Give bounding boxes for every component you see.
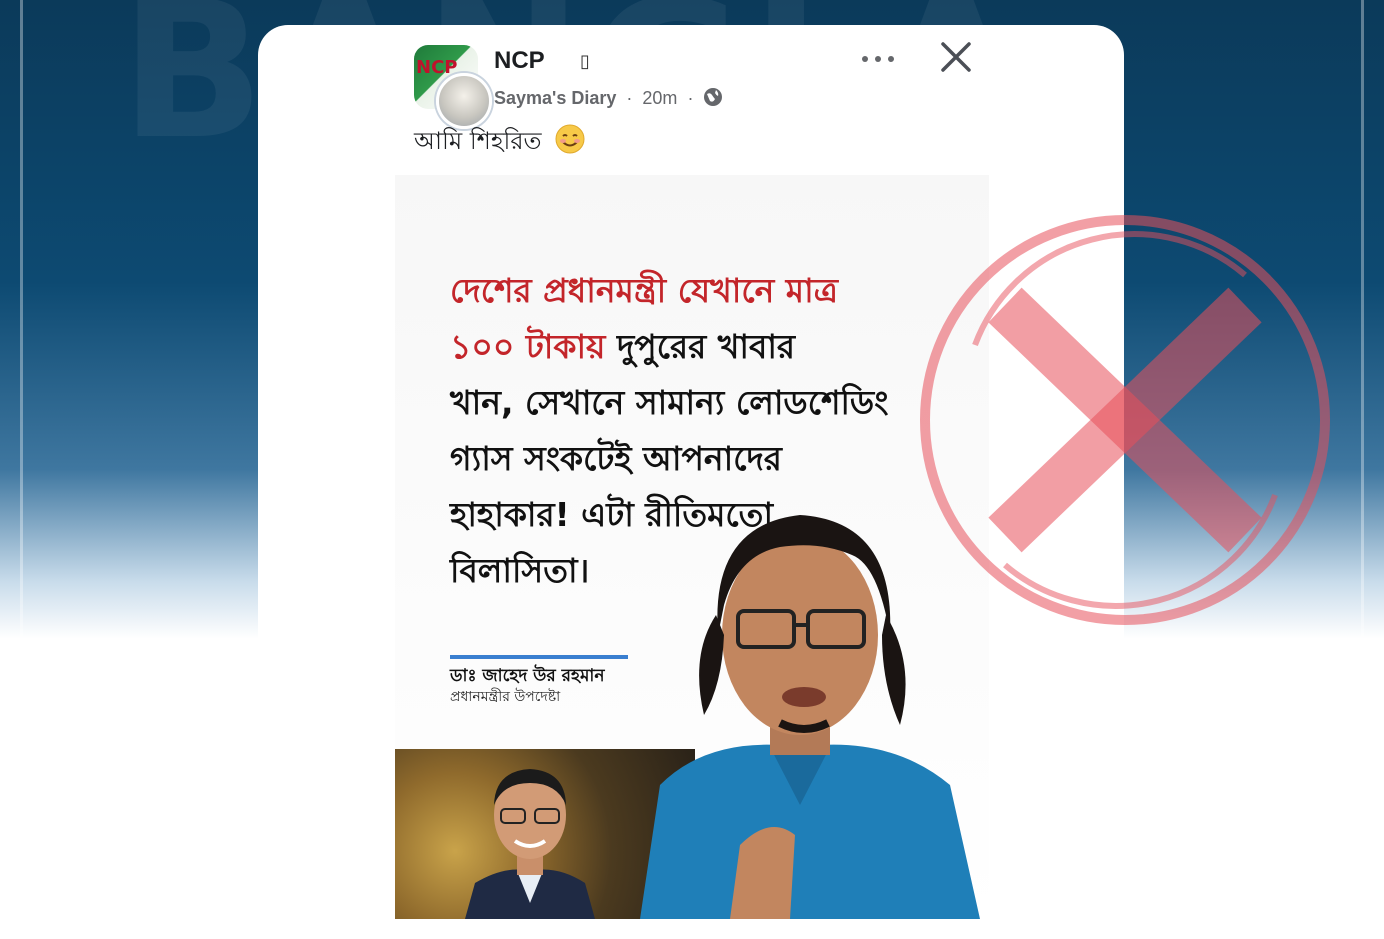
- name-badge-glyph: ▯: [580, 51, 590, 72]
- quote-line-2: ১০০ টাকায় দুপুরের খাবার: [450, 319, 970, 375]
- quote-line-2-highlight: ১০০ টাকায়: [450, 327, 606, 366]
- page-name[interactable]: NCP: [494, 47, 545, 75]
- credit-role: প্রধানমন্ত্রীর উপদেষ্টা: [450, 689, 561, 705]
- background-rule-left: [20, 0, 23, 640]
- close-button[interactable]: [938, 39, 974, 75]
- more-options-button[interactable]: [860, 49, 896, 69]
- man-in-suit-photo: [465, 769, 595, 919]
- facebook-post-card: NCP NCP ▯ Sayma's Diary · 20m · আমি শিহর…: [258, 25, 1124, 939]
- smiling-face-emoji: [555, 124, 585, 160]
- background-rule-right: [1361, 0, 1364, 640]
- more-options-icon: [875, 56, 881, 62]
- post-timestamp[interactable]: 20m: [642, 88, 677, 108]
- post-image[interactable]: দেশের প্রধানমন্ত্রী যেখানে মাত্র ১০০ টাক…: [395, 175, 989, 919]
- quote-line-3: খান, সেখানে সামান্য লোডশেডিং: [450, 383, 889, 422]
- quote-line-4: গ্যাস সংকটেই আপনাদের: [450, 439, 782, 478]
- globe-icon[interactable]: [703, 87, 723, 112]
- meta-separator: ·: [626, 88, 633, 108]
- speaker-portrait-photo: [640, 515, 980, 919]
- post-meta: Sayma's Diary · 20m ·: [494, 87, 723, 112]
- post-caption-text: আমি শিহরিত: [414, 127, 542, 155]
- more-options-icon: [888, 56, 894, 62]
- post-caption: আমি শিহরিত: [414, 123, 585, 163]
- quote-line-1: দেশের প্রধানমন্ত্রী যেখানে মাত্র: [450, 271, 838, 310]
- author-name[interactable]: Sayma's Diary: [494, 88, 616, 108]
- credit-accent-bar: [450, 655, 628, 659]
- meta-separator: ·: [687, 88, 694, 108]
- close-icon: [941, 42, 971, 72]
- more-options-icon: [862, 56, 868, 62]
- author-avatar[interactable]: [436, 73, 492, 129]
- quote-line-2-rest: দুপুরের খাবার: [605, 327, 796, 366]
